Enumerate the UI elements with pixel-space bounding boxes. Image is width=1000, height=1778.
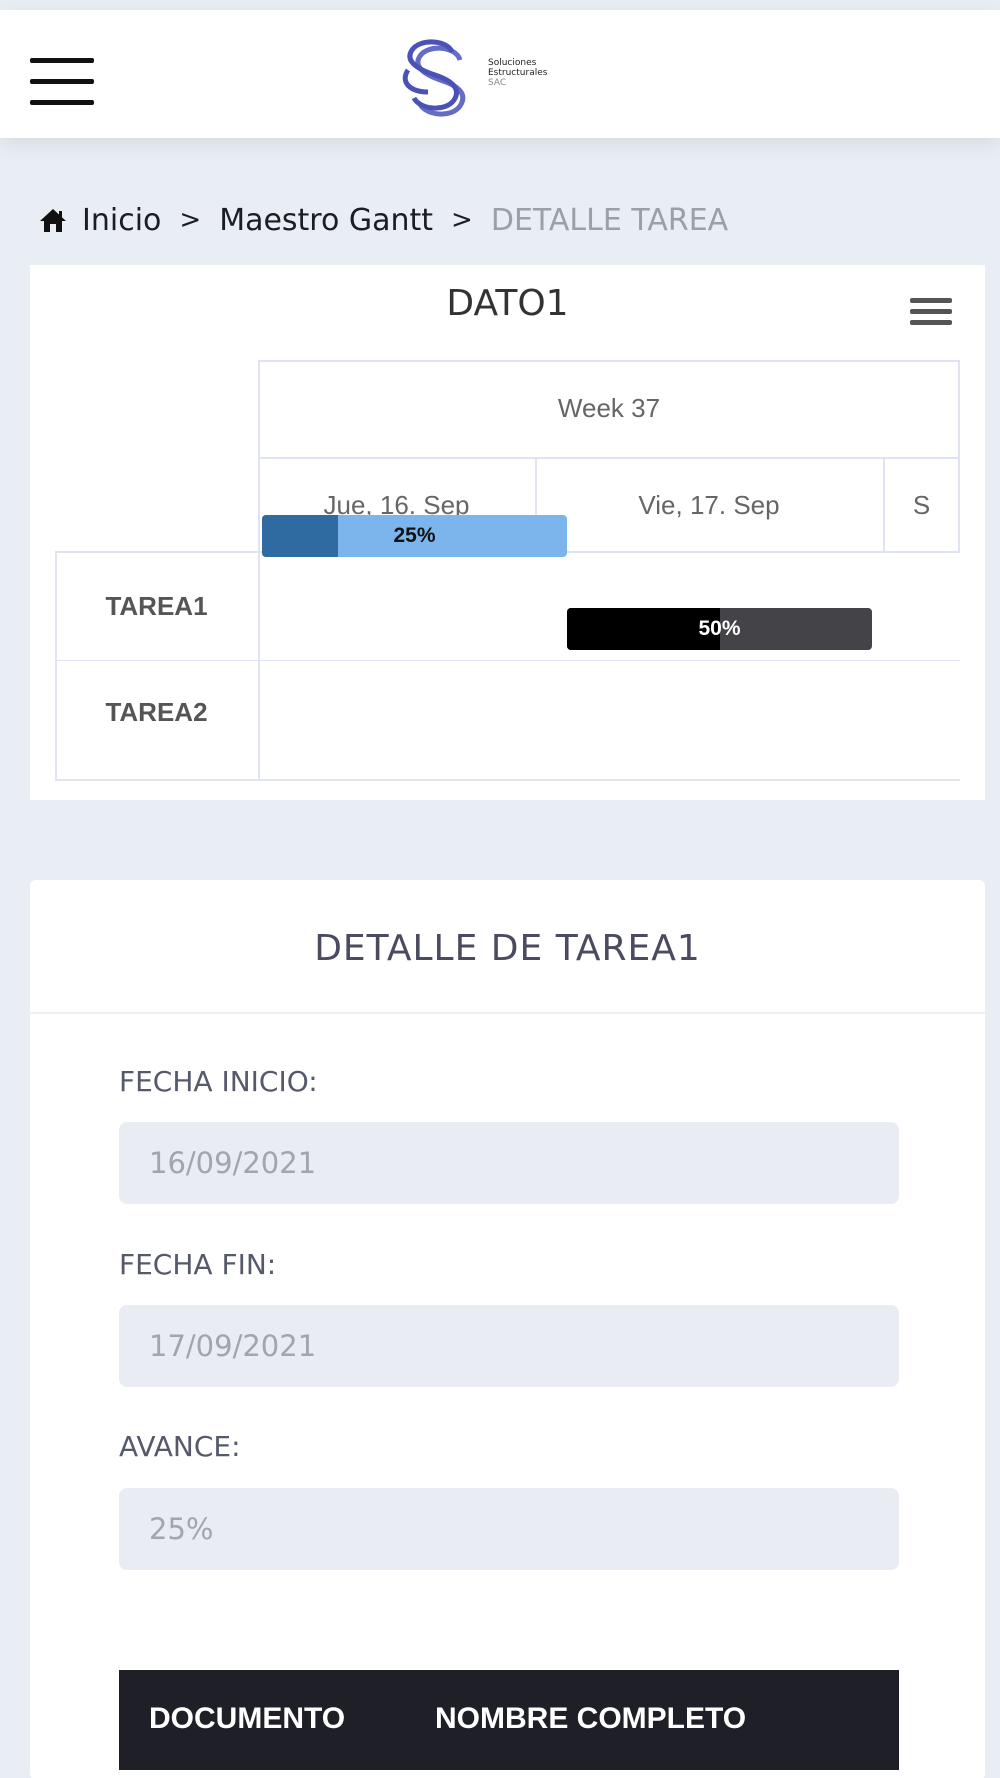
breadcrumb: Inicio > Maestro Gantt > DETALLE TAREA (38, 200, 728, 240)
column-header-documento[interactable]: DOCUMENTO (149, 1702, 345, 1736)
logo-mark-icon (402, 39, 466, 117)
avance-label: AVANCE: (119, 1430, 241, 1463)
breadcrumb-gantt-link[interactable]: Maestro Gantt (219, 203, 433, 238)
fecha-fin-field[interactable] (119, 1305, 899, 1387)
week-label: Week 37 (557, 393, 661, 423)
divider (30, 1012, 985, 1014)
detail-title: DETALLE DE TAREA1 (314, 928, 701, 969)
gantt-chart-card: DATO1 Week 37 Jue, 16. Sep Vie, 17. Sep … (30, 265, 985, 800)
breadcrumb-separator: > (179, 205, 202, 235)
fecha-inicio-field[interactable] (119, 1122, 899, 1204)
chart-title: DATO1 (446, 283, 569, 324)
top-strip (0, 0, 1000, 10)
task-detail-card: DETALLE DE TAREA1 FECHA INICIO: FECHA FI… (30, 880, 985, 1778)
chart-menu-icon[interactable] (910, 298, 952, 328)
day-label: Vie, 17. Sep (638, 490, 780, 520)
task-bar[interactable]: 25% (262, 515, 567, 557)
home-icon[interactable] (38, 207, 68, 233)
column-header-nombre[interactable]: NOMBRE COMPLETO (435, 1702, 746, 1736)
task-label: TAREA1 (105, 591, 208, 621)
company-logo[interactable]: Soluciones Estructurales SAC (390, 30, 630, 120)
fecha-fin-label: FECHA FIN: (119, 1248, 277, 1281)
app-header: Soluciones Estructurales SAC (0, 10, 1000, 138)
documents-table-header: DOCUMENTO NOMBRE COMPLETO (119, 1670, 899, 1770)
breadcrumb-separator: > (451, 205, 473, 235)
task-bar[interactable]: 50% (567, 608, 872, 650)
avance-field[interactable] (119, 1488, 899, 1570)
logo-text: Soluciones Estructurales SAC (488, 58, 548, 88)
task-label: TAREA2 (105, 697, 208, 727)
breadcrumb-current: DETALLE TAREA (490, 202, 729, 238)
day-label: S (912, 490, 931, 520)
fecha-inicio-label: FECHA INICIO: (119, 1065, 318, 1098)
task-progress-label: 25% (393, 524, 436, 547)
breadcrumb-home-link[interactable]: Inicio (82, 203, 161, 238)
task-progress-label: 50% (698, 617, 741, 640)
menu-icon[interactable] (30, 58, 96, 108)
